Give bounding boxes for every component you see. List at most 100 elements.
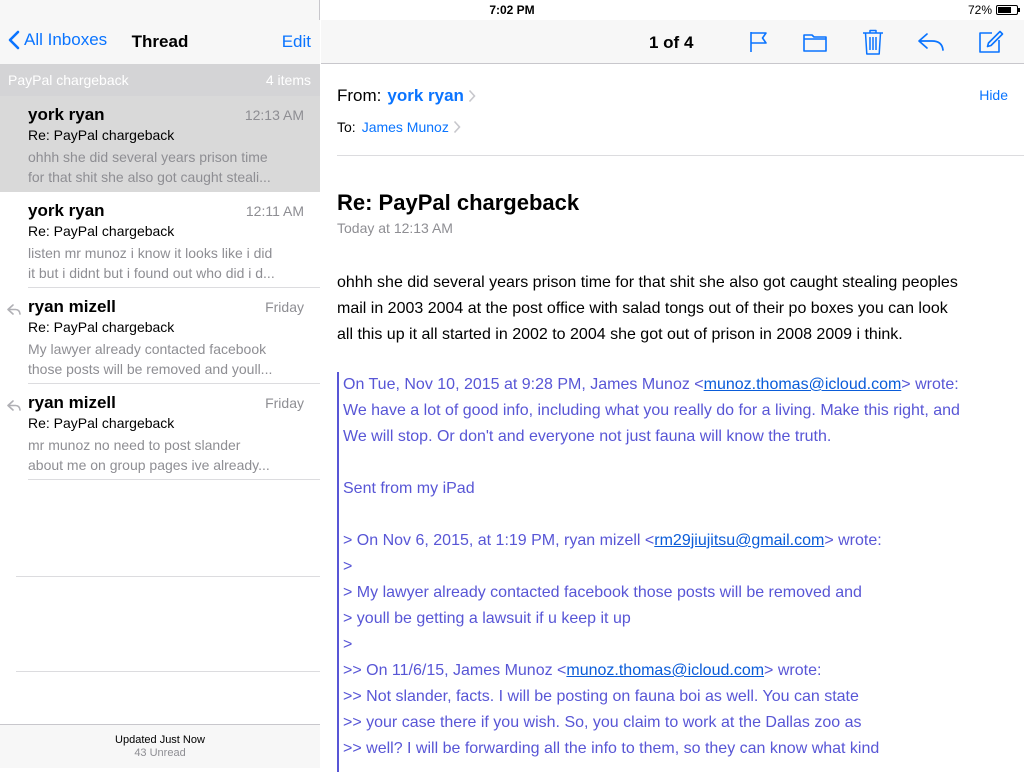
to-row: To: James Munoz xyxy=(337,119,461,135)
quote-text: On Tue, Nov 10, 2015 at 9:28 PM, James M… xyxy=(343,376,704,393)
hide-details-button[interactable]: Hide xyxy=(979,87,1008,103)
preview-line: it but i didnt but i found out who did i… xyxy=(28,265,275,281)
quote-line: > On Nov 6, 2015, at 1:19 PM, ryan mizel… xyxy=(343,528,1017,554)
preview-line: My lawyer already contacted facebook xyxy=(28,341,267,357)
flag-button[interactable] xyxy=(743,28,775,56)
trash-button[interactable] xyxy=(857,28,889,56)
message-subject: Re: PayPal chargeback xyxy=(28,223,175,239)
quote-line: >> Not slander, facts. I will be posting… xyxy=(343,688,859,705)
message-row[interactable]: york ryan 12:13 AM Re: PayPal chargeback… xyxy=(0,96,320,192)
message-subject: Re: PayPal chargeback xyxy=(28,319,175,335)
edit-button[interactable]: Edit xyxy=(282,32,311,52)
message-sender: york ryan xyxy=(28,105,105,124)
from-row: From: york ryan xyxy=(337,86,476,106)
email-link[interactable]: rm29jiujitsu@gmail.com xyxy=(654,532,824,549)
preview-line: ohhh she did several years prison time xyxy=(28,149,268,165)
message-preview: listen mr munoz i know it looks like i d… xyxy=(28,243,298,283)
reply-icon xyxy=(918,33,944,51)
preview-line: for that shit she also got caught steali… xyxy=(28,169,271,185)
list-footer: Updated Just Now 43 Unread xyxy=(0,724,320,768)
quote-line: Sent from my iPad xyxy=(343,480,475,497)
battery-percent: 72% xyxy=(967,3,992,17)
message-date: Friday xyxy=(265,299,304,315)
thread-count: 4 items xyxy=(265,72,311,88)
to-contact[interactable]: James Munoz xyxy=(362,119,449,135)
list-nav-bar: All Inboxes Thread Edit xyxy=(0,20,320,64)
message-list: york ryan 12:13 AM Re: PayPal chargeback… xyxy=(0,96,320,480)
message-row[interactable]: ryan mizell Friday Re: PayPal chargeback… xyxy=(0,288,320,384)
email-body: ohhh she did several years prison time f… xyxy=(337,270,1017,348)
quote-line: > xyxy=(343,636,353,653)
from-contact[interactable]: york ryan xyxy=(387,86,464,106)
message-sender: york ryan xyxy=(28,201,105,220)
row-separator xyxy=(16,671,320,672)
reply-button[interactable] xyxy=(915,28,947,56)
message-subject: Re: PayPal chargeback xyxy=(28,127,175,143)
quote-line xyxy=(343,502,1017,528)
message-subject: Re: PayPal chargeback xyxy=(28,415,175,431)
flag-icon xyxy=(750,32,767,52)
quote-line: > xyxy=(343,558,353,575)
quote-text: > wrote: xyxy=(764,662,822,679)
email-link[interactable]: munoz.thomas@icloud.com xyxy=(704,376,902,393)
message-preview: My lawyer already contacted facebook tho… xyxy=(28,339,298,379)
thread-subject: PayPal chargeback xyxy=(8,72,129,88)
updated-status: Updated Just Now xyxy=(115,734,205,746)
quote-line xyxy=(343,450,1017,476)
preview-line: mr munoz no need to post slander xyxy=(28,437,241,453)
replied-icon xyxy=(7,303,21,321)
email-link[interactable]: munoz.thomas@icloud.com xyxy=(566,662,764,679)
chevron-right-icon xyxy=(468,89,476,103)
quote-line: On Tue, Nov 10, 2015 at 9:28 PM, James M… xyxy=(343,372,1017,398)
body-line: ohhh she did several years prison time f… xyxy=(337,274,958,291)
message-preview: mr munoz no need to post slander about m… xyxy=(28,435,298,475)
chevron-right-icon xyxy=(453,120,461,134)
quote-line: > youll be getting a lawsuit if u keep i… xyxy=(343,610,631,627)
unread-count: 43 Unread xyxy=(134,747,186,759)
row-separator xyxy=(16,576,320,577)
message-sender: ryan mizell xyxy=(28,297,116,316)
message-row[interactable]: ryan mizell Friday Re: PayPal chargeback… xyxy=(0,384,320,480)
message-pager: 1 of 4 xyxy=(649,33,694,52)
nav-title: Thread xyxy=(131,32,189,51)
quote-line: >> On 11/6/15, James Munoz <munoz.thomas… xyxy=(343,658,1017,684)
message-date: 12:13 AM xyxy=(244,107,304,123)
quote-line: We will stop. Or don't and everyone not … xyxy=(343,428,832,445)
battery-icon xyxy=(996,5,1020,15)
quote-text: > On Nov 6, 2015, at 1:19 PM, ryan mizel… xyxy=(343,532,655,549)
compose-button[interactable] xyxy=(975,28,1007,56)
compose-icon xyxy=(979,30,1004,53)
message-date: 12:11 AM xyxy=(245,203,304,219)
preview-line: listen mr munoz i know it looks like i d… xyxy=(28,245,273,261)
from-label: From: xyxy=(337,86,382,105)
quoted-message: On Tue, Nov 10, 2015 at 9:28 PM, James M… xyxy=(337,372,1017,772)
to-label: To: xyxy=(337,119,356,135)
quote-line: > My lawyer already contacted facebook t… xyxy=(343,584,862,601)
status-right: 72% xyxy=(967,3,1020,17)
quote-text: > wrote: xyxy=(824,532,882,549)
move-to-folder-button[interactable] xyxy=(799,28,831,56)
quote-text: > wrote: xyxy=(901,376,959,393)
message-toolbar: 1 of 4 xyxy=(321,20,1024,64)
quote-line: >> your case there if you wish. So, you … xyxy=(343,714,862,731)
thread-header: PayPal chargeback 4 items xyxy=(0,64,320,96)
quote-text: >> On 11/6/15, James Munoz < xyxy=(343,662,567,679)
folder-icon xyxy=(803,34,827,52)
replied-icon xyxy=(7,399,21,417)
quote-line: We have a lot of good info, including wh… xyxy=(343,402,960,419)
empty-list-area xyxy=(0,480,320,724)
email-sent-time: Today at 12:13 AM xyxy=(337,220,453,236)
trash-icon xyxy=(863,29,883,55)
body-line: all this up it all started in 2002 to 20… xyxy=(337,326,903,343)
preview-line: about me on group pages ive already... xyxy=(28,457,270,473)
message-preview: ohhh she did several years prison time f… xyxy=(28,147,298,187)
message-sender: ryan mizell xyxy=(28,393,116,412)
body-line: mail in 2003 2004 at the post office wit… xyxy=(337,300,948,317)
message-date: Friday xyxy=(265,395,304,411)
header-separator xyxy=(337,155,1024,156)
message-list-pane: All Inboxes Thread Edit PayPal chargebac… xyxy=(0,0,320,768)
message-row[interactable]: york ryan 12:11 AM Re: PayPal chargeback… xyxy=(0,192,320,288)
quote-line: >> well? I will be forwarding all the in… xyxy=(343,740,880,757)
preview-line: those posts will be removed and youll... xyxy=(28,361,273,377)
email-subject: Re: PayPal chargeback xyxy=(337,190,580,215)
